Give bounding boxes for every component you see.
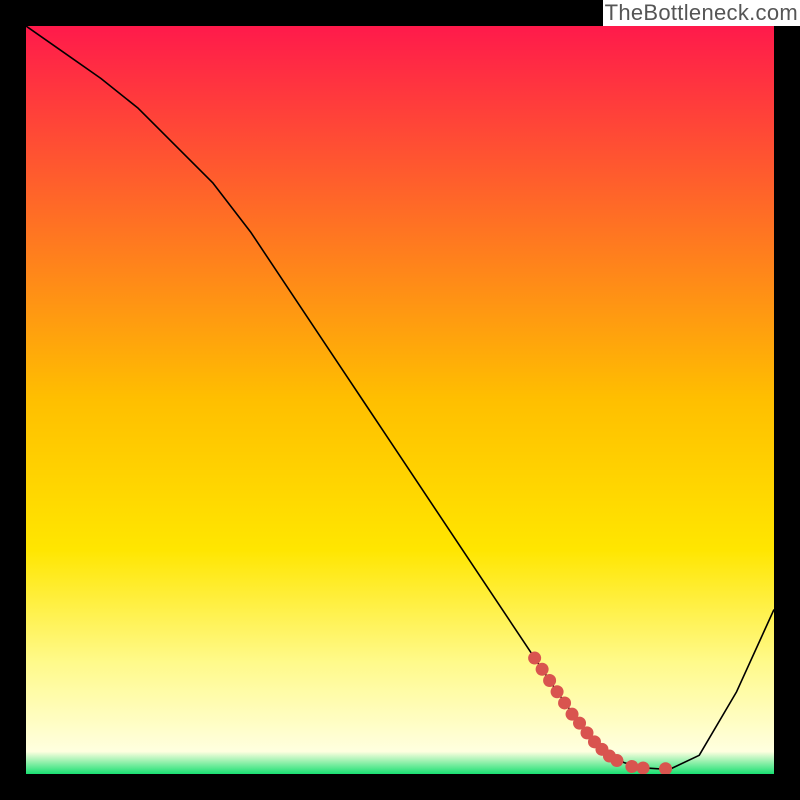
- chart-svg: [26, 26, 774, 774]
- chart-container: TheBottleneck.com: [0, 0, 800, 800]
- chart-plot-area: [26, 26, 774, 774]
- watermark-text: TheBottleneck.com: [603, 0, 800, 26]
